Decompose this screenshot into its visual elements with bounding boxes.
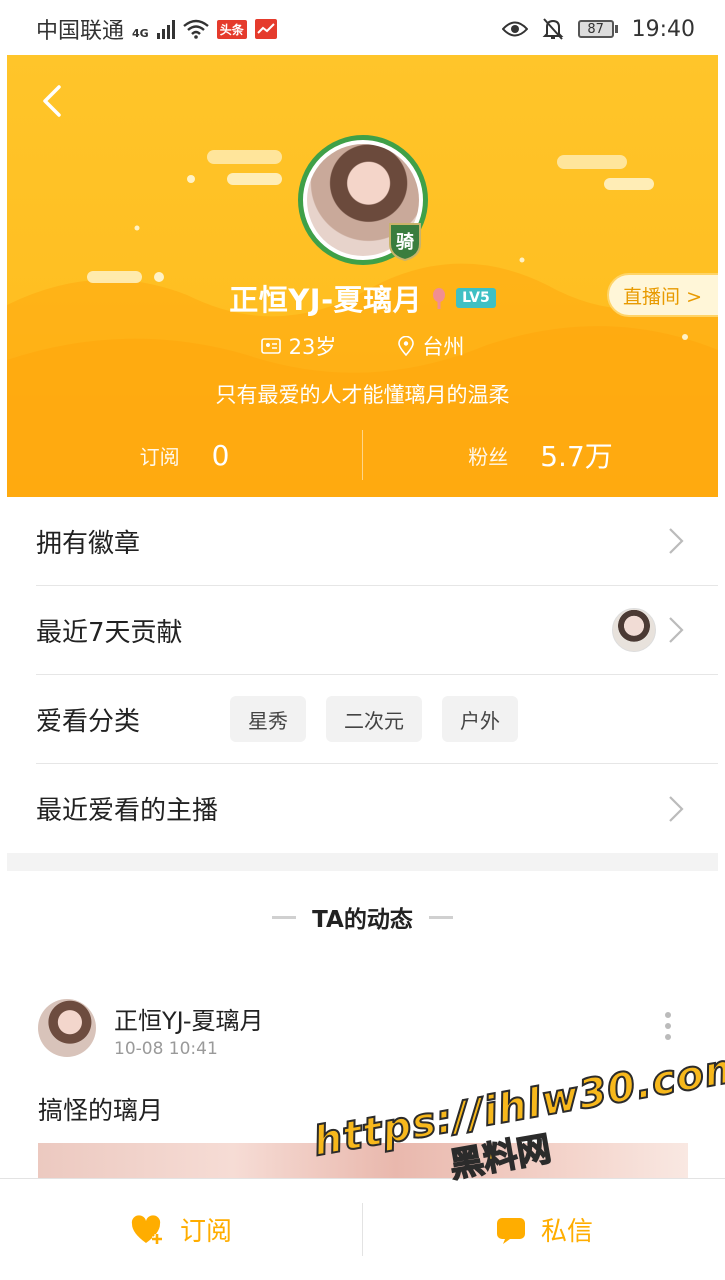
live-room-button[interactable]: 直播间 > xyxy=(607,273,718,317)
profile-age: 23岁 xyxy=(288,335,337,359)
app-tag-badge: 头条 xyxy=(216,19,247,39)
battery-icon: 87 xyxy=(577,20,618,38)
level-badge: LV5 xyxy=(456,288,496,308)
message-icon xyxy=(496,1217,525,1244)
clock: 19:40 xyxy=(631,16,695,42)
message-button[interactable]: 私信 xyxy=(363,1179,725,1280)
subscribe-button[interactable]: 订阅 xyxy=(0,1179,362,1280)
heart-plus-icon xyxy=(131,1214,162,1244)
rider-badge-icon: 骑 xyxy=(389,223,421,262)
categories-label: 爱看分类 xyxy=(36,706,141,737)
location-pin-icon xyxy=(398,336,415,356)
back-arrow-icon[interactable] xyxy=(33,81,73,121)
contribution-label: 最近7天贡献 xyxy=(36,617,183,648)
category-chip[interactable]: 星秀 xyxy=(230,696,307,742)
recent-anchors-row[interactable]: 最近爱看的主播 xyxy=(36,764,718,853)
feed-title-text: TA的动态 xyxy=(312,907,413,933)
eye-icon xyxy=(501,21,528,37)
feed-title: TA的动态 xyxy=(0,900,725,934)
subscribe-stat[interactable]: 订阅 0 xyxy=(7,420,362,490)
contributor-avatar[interactable] xyxy=(612,608,656,652)
female-icon xyxy=(433,288,446,309)
chevron-right-icon xyxy=(669,617,684,643)
section-divider xyxy=(7,853,718,871)
categories-row: 爱看分类 星秀 二次元 户外 xyxy=(36,675,718,764)
post-text: 搞怪的璃月 xyxy=(38,1096,164,1125)
recent-anchors-label: 最近爱看的主播 xyxy=(36,796,219,826)
chevron-right-icon xyxy=(669,528,684,554)
post-author-name[interactable]: 正恒YJ-夏璃月 xyxy=(114,1001,264,1036)
contribution-row[interactable]: 最近7天贡献 xyxy=(36,586,718,675)
id-card-icon xyxy=(260,338,281,354)
badges-label: 拥有徽章 xyxy=(36,528,141,559)
profile-page: 中国联通 4G 头条 87 19:40 骑 正恒YJ-夏璃月 LV5 直播间 >… xyxy=(0,0,725,1280)
fans-label: 粉丝 xyxy=(468,444,509,469)
status-bar: 中国联通 4G 头条 87 19:40 xyxy=(0,0,725,58)
badges-row[interactable]: 拥有徽章 xyxy=(36,497,718,586)
stock-app-icon xyxy=(254,19,277,39)
post-author-avatar[interactable] xyxy=(38,999,96,1057)
mute-bell-icon xyxy=(542,18,564,40)
bottom-action-bar: 订阅 私信 xyxy=(0,1178,725,1280)
wifi-icon xyxy=(182,19,209,39)
message-button-label: 私信 xyxy=(540,1217,593,1247)
subscribe-button-label: 订阅 xyxy=(179,1217,232,1247)
profile-header: 骑 正恒YJ-夏璃月 LV5 直播间 > 23岁 台州 只有最爱的人才能懂璃月的… xyxy=(7,55,718,497)
subscribe-label: 订阅 xyxy=(139,444,180,469)
profile-name: 正恒YJ-夏璃月 xyxy=(229,283,423,317)
post-time: 10-08 10:41 xyxy=(114,1039,218,1059)
profile-bio: 只有最爱的人才能懂璃月的温柔 xyxy=(215,383,510,407)
profile-location: 台州 xyxy=(422,335,465,359)
more-options-icon[interactable] xyxy=(664,1011,672,1041)
profile-stats: 订阅 0 粉丝 5.7万 xyxy=(7,420,718,490)
subscribe-count: 0 xyxy=(211,438,230,472)
network-type: 4G xyxy=(132,27,149,40)
battery-level: 87 xyxy=(577,20,614,38)
rider-badge-text: 骑 xyxy=(396,231,414,253)
category-chip[interactable]: 二次元 xyxy=(326,696,423,742)
fans-stat[interactable]: 粉丝 5.7万 xyxy=(363,420,718,490)
fans-count: 5.7万 xyxy=(540,440,613,473)
carrier-label: 中国联通 xyxy=(36,19,125,44)
profile-info-list: 拥有徽章 最近7天贡献 爱看分类 星秀 二次元 户外 最近爱看的主播 xyxy=(36,497,718,853)
signal-icon xyxy=(156,19,175,39)
post-image[interactable] xyxy=(38,1143,688,1183)
chevron-right-icon xyxy=(669,795,684,822)
category-chip[interactable]: 户外 xyxy=(442,696,519,742)
